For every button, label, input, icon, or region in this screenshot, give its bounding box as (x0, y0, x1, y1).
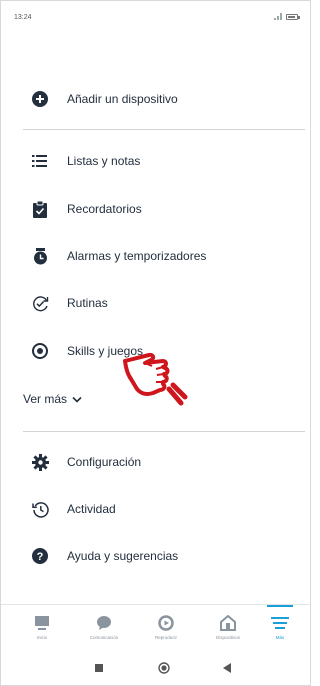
tab-comunicacion[interactable]: Comunicación (73, 605, 135, 651)
tab-label: Dispositivos (215, 635, 240, 640)
tab-inicio[interactable]: Inicio (11, 605, 73, 651)
tab-label: Comunicación (89, 635, 119, 640)
menu-item-routines[interactable]: Rutinas (1, 285, 310, 321)
menu-item-label: Rutinas (67, 296, 108, 310)
divider (23, 431, 305, 432)
menu-item-label: Configuración (67, 455, 142, 469)
add-device-button[interactable]: Añadir un dispositivo (1, 81, 310, 117)
menu-item-reminders[interactable]: Recordatorios (1, 191, 310, 227)
menu-item-settings[interactable]: Configuración (1, 444, 310, 480)
tab-label: Más (275, 635, 285, 640)
status-bar: 13:24 (1, 1, 310, 31)
menu-item-alarms[interactable]: Alarmas y temporizadores (1, 238, 310, 274)
chat-bubble-icon (95, 614, 113, 632)
alarm-clock-icon (30, 246, 50, 266)
devices-icon (219, 614, 237, 632)
back-triangle-icon (222, 663, 231, 673)
app-screen: 13:24 Añadir un dispositivo Listas y not… (0, 0, 311, 686)
menu-item-activity[interactable]: Actividad (1, 491, 310, 527)
ver-mas-label: Ver más (23, 392, 68, 406)
gear-icon (30, 452, 50, 472)
home-icon (33, 614, 51, 632)
ver-mas-button[interactable]: Ver más (23, 389, 82, 409)
tab-mas[interactable]: Más (249, 605, 310, 651)
tab-label: Reproducir (154, 635, 177, 640)
tab-label: Inicio (36, 635, 48, 640)
status-time: 13:24 (14, 14, 32, 21)
square-icon (95, 664, 103, 672)
circle-icon (158, 662, 170, 674)
system-nav-bar (1, 650, 310, 685)
skills-icon (30, 341, 50, 361)
list-icon (30, 151, 50, 171)
battery-icon (286, 13, 300, 20)
history-icon (30, 499, 50, 519)
bottom-nav: Inicio Comunicación Reproducir Dispositi… (1, 604, 310, 651)
menu-item-lists[interactable]: Listas y notas (1, 143, 310, 179)
add-device-label: Añadir un dispositivo (67, 92, 178, 106)
tab-reproducir[interactable]: Reproducir (135, 605, 197, 651)
home-button[interactable] (156, 660, 172, 676)
clipboard-check-icon (30, 199, 50, 219)
status-icons (274, 13, 300, 20)
menu-item-label: Actividad (67, 502, 116, 516)
menu-item-label: Recordatorios (67, 202, 142, 216)
pointing-hand-icon (123, 352, 188, 406)
divider (23, 129, 305, 130)
routine-check-icon (30, 293, 50, 313)
back-button[interactable] (219, 660, 235, 676)
help-icon: ? (30, 546, 50, 566)
menu-item-help[interactable]: ? Ayuda y sugerencias (1, 538, 310, 574)
signal-icon (274, 13, 283, 20)
play-icon (157, 614, 175, 632)
recent-apps-button[interactable] (91, 660, 107, 676)
menu-item-label: Listas y notas (67, 154, 141, 168)
add-circle-icon (30, 89, 50, 109)
menu-item-label: Ayuda y sugerencias (67, 549, 179, 563)
chevron-down-icon (72, 392, 82, 406)
svg-text:?: ? (37, 551, 44, 563)
menu-item-label: Alarmas y temporizadores (67, 249, 207, 263)
menu-icon (271, 614, 289, 632)
